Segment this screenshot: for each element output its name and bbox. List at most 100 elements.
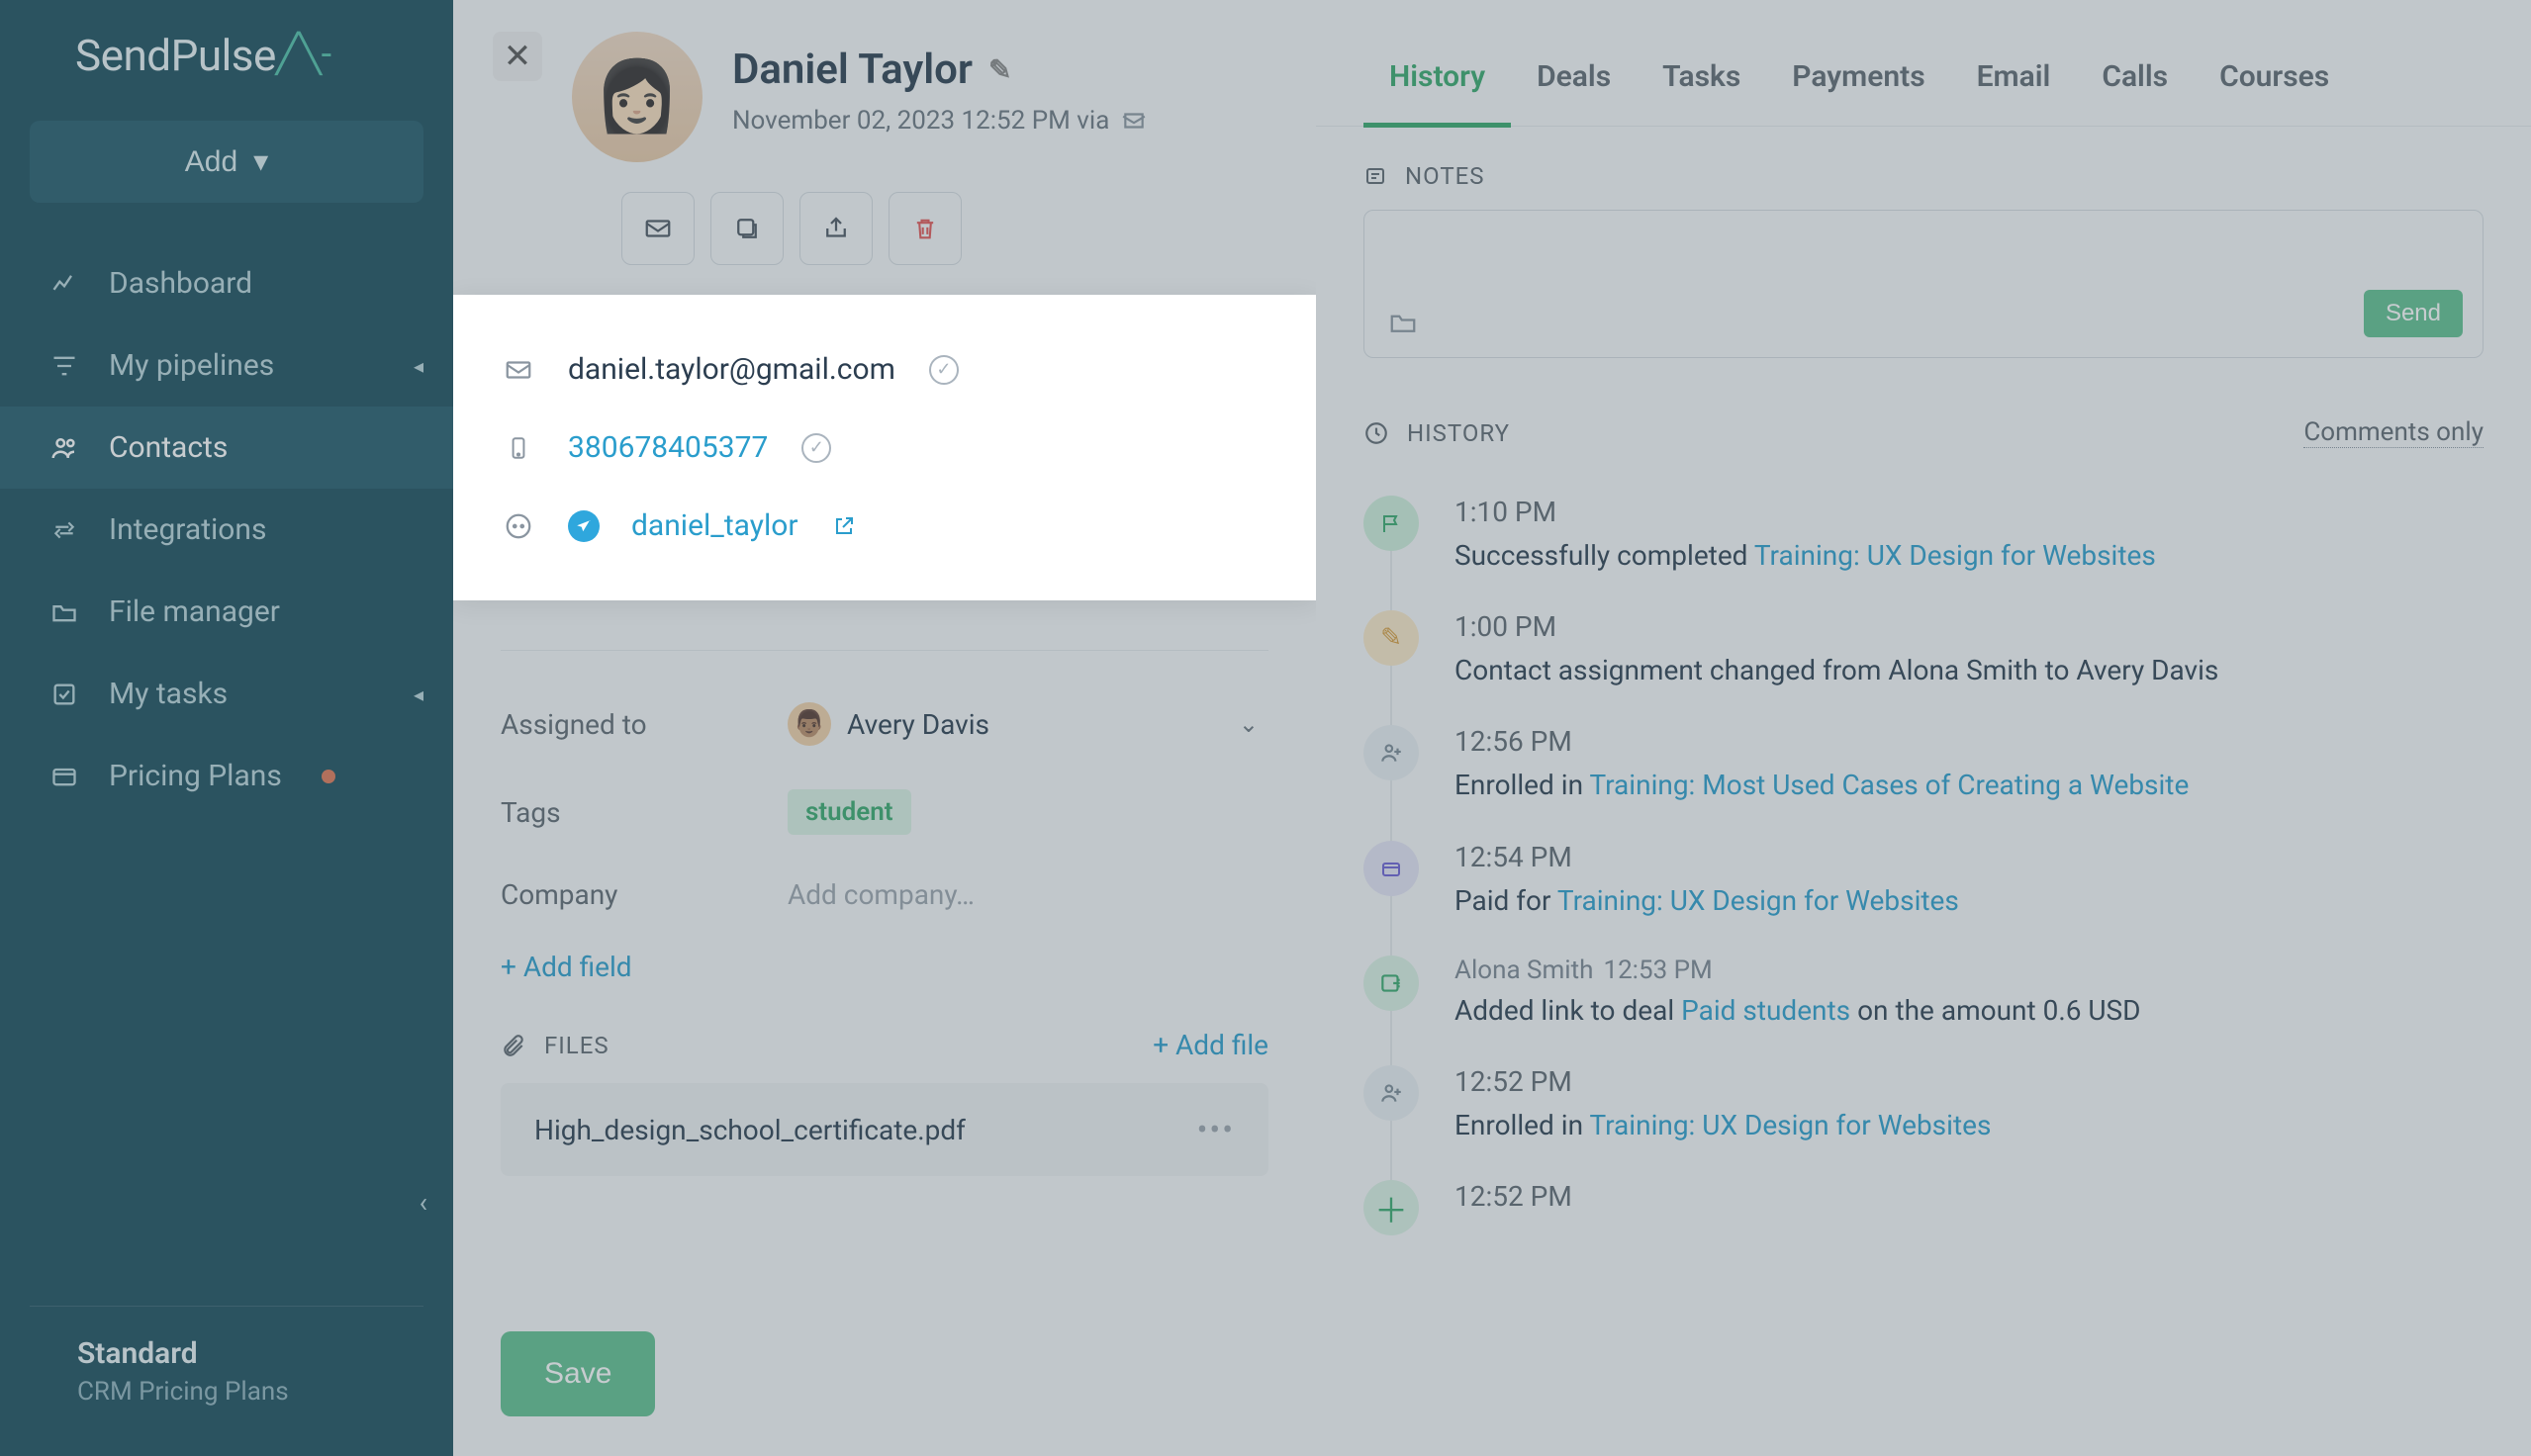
plus-icon: ＋ bbox=[1363, 1180, 1419, 1235]
history-label: HISTORY bbox=[1407, 419, 1510, 447]
save-button[interactable]: Save bbox=[501, 1331, 655, 1416]
tabs: History Deals Tasks Payments Email Calls… bbox=[1316, 0, 2531, 127]
edit-icon[interactable]: ✎ bbox=[988, 53, 1011, 86]
sidebar-item-my-tasks[interactable]: My tasks ◂ bbox=[0, 653, 453, 735]
add-file-link[interactable]: + Add file bbox=[1153, 1029, 1268, 1061]
notes-label: NOTES bbox=[1405, 162, 1485, 190]
activity-panel: History Deals Tasks Payments Email Calls… bbox=[1316, 0, 2531, 1456]
timeline-link[interactable]: Training: UX Design for Websites bbox=[1754, 539, 2156, 572]
caret-down-icon: ▾ bbox=[253, 144, 268, 179]
user-plus-icon bbox=[1363, 725, 1419, 780]
sidebar: SendPulse╱╲- Add ▾ Dashboard My pipeline… bbox=[0, 0, 453, 1456]
collapse-sidebar-button[interactable]: ‹ bbox=[420, 1186, 427, 1219]
wallet-icon bbox=[1363, 841, 1419, 896]
timeline-link[interactable]: Training: Most Used Cases of Creating a … bbox=[1589, 769, 2189, 801]
tag-badge: student bbox=[788, 789, 911, 835]
timeline-item: 12:56 PM Enrolled in Training: Most Used… bbox=[1363, 707, 2484, 822]
add-field-link[interactable]: + Add field bbox=[501, 933, 632, 983]
assignee-name: Avery Davis bbox=[847, 708, 989, 741]
phone-row: 380678405377 ✓ bbox=[501, 409, 1268, 487]
phone-value[interactable]: 380678405377 bbox=[568, 430, 768, 465]
brand-logo: SendPulse╱╲- bbox=[0, 0, 453, 121]
timeline-item: ✎ 1:00 PM Contact assignment changed fro… bbox=[1363, 592, 2484, 707]
sidebar-item-contacts[interactable]: Contacts bbox=[0, 407, 453, 489]
tags-field[interactable]: Tags student bbox=[501, 768, 1268, 857]
copy-action-button[interactable] bbox=[710, 192, 784, 265]
notes-icon bbox=[1363, 164, 1387, 188]
contact-actions bbox=[453, 182, 1316, 295]
pricing-icon bbox=[47, 760, 81, 793]
tasks-icon bbox=[47, 678, 81, 711]
tab-payments[interactable]: Payments bbox=[1766, 40, 1950, 126]
tab-calls[interactable]: Calls bbox=[2076, 40, 2194, 126]
sidebar-item-pipelines[interactable]: My pipelines ◂ bbox=[0, 324, 453, 407]
email-row: daniel.taylor@gmail.com ✓ bbox=[501, 330, 1268, 409]
assignee-avatar: 👨🏽 bbox=[788, 702, 831, 746]
flag-icon bbox=[1363, 496, 1419, 551]
pencil-icon: ✎ bbox=[1363, 610, 1419, 666]
share-action-button[interactable] bbox=[799, 192, 873, 265]
contacts-icon bbox=[47, 431, 81, 465]
email-action-button[interactable] bbox=[621, 192, 695, 265]
mail-icon bbox=[501, 355, 536, 385]
assigned-to-field[interactable]: Assigned to 👨🏽 Avery Davis ⌄ bbox=[501, 681, 1268, 768]
tab-email[interactable]: Email bbox=[1951, 40, 2077, 126]
sidebar-item-dashboard[interactable]: Dashboard bbox=[0, 242, 453, 324]
telegram-value[interactable]: daniel_taylor bbox=[631, 508, 798, 543]
verify-icon[interactable]: ✓ bbox=[801, 433, 831, 463]
delete-action-button[interactable] bbox=[889, 192, 962, 265]
chevron-left-icon: ◂ bbox=[414, 354, 423, 378]
file-name: High_design_school_certificate.pdf bbox=[534, 1114, 966, 1146]
folder-icon[interactable] bbox=[1388, 308, 1418, 337]
contact-name: Daniel Taylor ✎ bbox=[732, 46, 1276, 94]
send-button[interactable]: Send bbox=[2364, 290, 2463, 337]
timeline-link[interactable]: Training: UX Design for Websites bbox=[1557, 884, 1959, 917]
email-value[interactable]: daniel.taylor@gmail.com bbox=[568, 352, 895, 387]
link-icon bbox=[1363, 956, 1419, 1011]
contact-data-card: daniel.taylor@gmail.com ✓ 380678405377 ✓ bbox=[453, 295, 1316, 600]
history-section: HISTORY Comments only 1:10 PM Successful… bbox=[1316, 378, 2531, 1293]
timeline-item: Alona Smith12:53 PM Added link to deal P… bbox=[1363, 938, 2484, 1047]
close-button[interactable]: ✕ bbox=[493, 32, 542, 81]
sidebar-nav: Dashboard My pipelines ◂ Contacts Integ bbox=[0, 242, 453, 1306]
sidebar-item-file-manager[interactable]: File manager bbox=[0, 571, 453, 653]
timeline-item: 12:54 PM Paid for Training: UX Design fo… bbox=[1363, 823, 2484, 938]
plan-name: Standard bbox=[77, 1336, 376, 1371]
file-row[interactable]: High_design_school_certificate.pdf ••• bbox=[501, 1083, 1268, 1176]
add-button[interactable]: Add ▾ bbox=[30, 121, 423, 203]
phone-icon bbox=[501, 433, 536, 463]
external-link-icon[interactable] bbox=[832, 514, 856, 538]
chat-icon bbox=[501, 511, 536, 541]
timeline-item: ＋ 12:52 PM bbox=[1363, 1162, 2484, 1253]
comments-only-link[interactable]: Comments only bbox=[2303, 417, 2484, 448]
company-field[interactable]: Company Add company… bbox=[501, 857, 1268, 933]
avatar: 👩🏻 bbox=[572, 32, 703, 162]
telegram-row: daniel_taylor bbox=[501, 487, 1268, 565]
telegram-icon bbox=[568, 510, 600, 542]
tab-courses[interactable]: Courses bbox=[2194, 40, 2355, 126]
chevron-left-icon: ◂ bbox=[414, 682, 423, 706]
chevron-down-icon: ⌄ bbox=[1239, 710, 1268, 738]
contact-created: November 02, 2023 12:52 PM via bbox=[732, 106, 1276, 136]
timeline-link[interactable]: Training: UX Design for Websites bbox=[1589, 1109, 1991, 1141]
timeline-link[interactable]: Paid students bbox=[1681, 994, 1850, 1027]
tab-history[interactable]: History bbox=[1363, 40, 1511, 126]
sidebar-footer: Standard CRM Pricing Plans bbox=[30, 1306, 423, 1456]
company-placeholder: Add company… bbox=[788, 878, 975, 911]
more-icon[interactable]: ••• bbox=[1197, 1111, 1235, 1148]
contact-panel: ✕ 👩🏻 Daniel Taylor ✎ November 02, 2023 1… bbox=[453, 0, 1316, 1456]
notes-input[interactable]: Send bbox=[1363, 210, 2484, 358]
clock-icon bbox=[1363, 420, 1389, 446]
folder-icon bbox=[47, 595, 81, 629]
user-plus-icon bbox=[1363, 1065, 1419, 1121]
verify-icon[interactable]: ✓ bbox=[929, 355, 959, 385]
contact-fields: Assigned to 👨🏽 Avery Davis ⌄ Tags studen… bbox=[453, 600, 1316, 1003]
timeline-item: 1:10 PM Successfully completed Training:… bbox=[1363, 478, 2484, 592]
sidebar-item-integrations[interactable]: Integrations bbox=[0, 489, 453, 571]
files-label: FILES bbox=[544, 1032, 609, 1059]
sidebar-item-pricing-plans[interactable]: Pricing Plans bbox=[0, 735, 453, 817]
notes-section: NOTES Send bbox=[1316, 127, 2531, 378]
tab-deals[interactable]: Deals bbox=[1511, 40, 1637, 126]
tab-tasks[interactable]: Tasks bbox=[1637, 40, 1766, 126]
source-icon bbox=[1121, 108, 1147, 134]
